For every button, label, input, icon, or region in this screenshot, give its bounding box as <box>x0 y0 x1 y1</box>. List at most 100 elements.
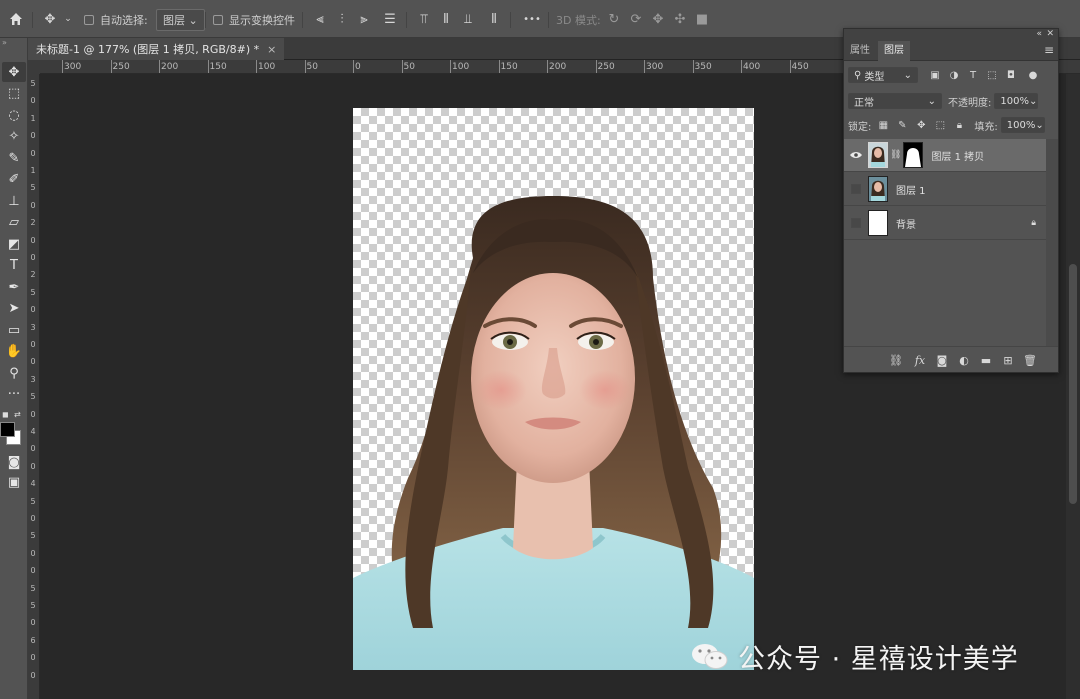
quick-mask-icon[interactable]: ◙ <box>2 452 26 472</box>
home-icon[interactable] <box>8 11 24 27</box>
layer-lock-icon: 🔒︎ <box>1031 218 1036 228</box>
ruler-tick-label: 6 <box>30 635 36 645</box>
swap-colors-icon[interactable]: ⇄ <box>14 410 21 419</box>
layer-row[interactable]: 图层 1 <box>844 173 1046 206</box>
visibility-toggle[interactable] <box>844 184 868 194</box>
auto-select-control[interactable]: 自动选择: <box>84 10 148 30</box>
roll-3d-icon[interactable]: ⟳ <box>628 11 644 27</box>
more-options-button[interactable]: ••• <box>522 11 542 27</box>
eraser-tool[interactable]: ▱ <box>2 213 26 233</box>
lock-position-icon[interactable]: ✥ <box>914 118 928 132</box>
lasso-tool[interactable]: ◌ <box>2 105 26 125</box>
chevron-down-icon[interactable]: ⌄ <box>60 11 76 27</box>
default-colors-icon[interactable]: ◼ <box>2 410 9 419</box>
align-right-icon[interactable]: ⫸ <box>356 11 372 27</box>
new-group-icon[interactable]: ▬ <box>978 352 994 368</box>
kind-filter-dropdown[interactable]: ⚲ 类型 ⌄ <box>848 67 918 83</box>
ruler-tick-label: 0 <box>30 653 36 663</box>
lock-all-icon[interactable]: 🔒︎ <box>952 118 966 132</box>
filter-adjustment-icon[interactable]: ◑ <box>947 68 961 82</box>
filter-shape-icon[interactable]: ⬚ <box>985 68 999 82</box>
marquee-tool[interactable]: ⬚ <box>2 84 26 104</box>
foreground-color-swatch[interactable] <box>0 422 15 437</box>
mask-link-icon[interactable]: ⛓ <box>890 150 901 160</box>
vertical-ruler[interactable]: 5 0 1 0 0 1 5 0 2 0 0 2 5 0 3 0 0 3 5 0 4 0 0 4 5 0 5 0 0 5 5 0 6 0 0 <box>28 74 40 699</box>
align-center-icon[interactable]: ⫶ <box>334 11 350 27</box>
portrait-image <box>353 196 754 670</box>
hand-tool[interactable]: ✋ <box>2 342 26 362</box>
pen-tool[interactable]: ✒ <box>2 277 26 297</box>
blend-mode-dropdown[interactable]: 正常 ⌄ <box>848 93 942 109</box>
stamp-tool[interactable]: ⊥ <box>2 191 26 211</box>
align-top-icon[interactable]: ⫪ <box>416 11 432 27</box>
tab-properties[interactable]: 属性 <box>844 41 876 61</box>
panel-menu-icon[interactable]: ≡ <box>1044 43 1054 57</box>
document-canvas[interactable] <box>353 108 754 670</box>
layers-scrollbar[interactable] <box>1046 139 1058 346</box>
distribute-horizontal-icon[interactable]: ☰ <box>382 11 398 27</box>
zoom-tool[interactable]: ⚲ <box>2 363 26 383</box>
collapse-panel-icon[interactable]: « <box>1036 29 1042 39</box>
blend-row: 正常 ⌄ 不透明度: 100% ⌄ <box>844 93 1058 109</box>
align-left-icon[interactable]: ⫷ <box>312 11 328 27</box>
layer-mask-thumbnail[interactable] <box>903 142 924 168</box>
pen-icon: ✒ <box>8 279 20 295</box>
lock-artboard-icon[interactable]: ⬚ <box>933 118 947 132</box>
fx-icon[interactable]: fx <box>912 352 928 368</box>
move-options-icon[interactable]: ✥ <box>42 11 58 27</box>
scrollbar-thumb[interactable] <box>1069 264 1077 504</box>
eyedropper-icon: ✎ <box>8 150 20 166</box>
filter-smart-object-icon[interactable]: ◘ <box>1004 68 1018 82</box>
more-tools[interactable]: ··· <box>2 385 26 405</box>
visibility-eye-icon[interactable] <box>844 151 868 159</box>
document-tab[interactable]: 未标题-1 @ 177% (图层 1 拷贝, RGB/8#) * × <box>28 38 285 60</box>
filter-toggle-icon[interactable]: ● <box>1026 68 1040 82</box>
align-middle-icon[interactable]: ⫴ <box>438 11 454 27</box>
brush-tool[interactable]: ✐ <box>2 170 26 190</box>
color-swatches[interactable]: ◼ ⇄ <box>0 406 28 446</box>
ruler-tick-label: 5 <box>30 183 36 193</box>
ruler-tick-label: 0 <box>30 305 36 315</box>
bucket-tool[interactable]: ◩ <box>2 234 26 254</box>
pan-3d-icon[interactable]: ✥ <box>650 11 666 27</box>
show-transform-control[interactable]: 显示变换控件 <box>213 10 295 30</box>
magic-wand-tool[interactable]: ✧ <box>2 127 26 147</box>
filter-type-icon[interactable]: T <box>966 68 980 82</box>
link-layers-icon[interactable]: ⛓ <box>888 352 904 368</box>
slide-3d-icon[interactable]: ✣ <box>672 11 688 27</box>
shape-tool[interactable]: ▭ <box>2 320 26 340</box>
ruler-tick-label: 0 <box>30 670 36 680</box>
ruler-tick-label: 50 <box>306 62 318 72</box>
hand-icon: ✋ <box>5 344 23 359</box>
move-tool[interactable]: ✥ <box>2 62 26 82</box>
vertical-scrollbar[interactable] <box>1066 74 1080 699</box>
auto-select-checkbox[interactable] <box>84 15 94 25</box>
close-panel-icon[interactable]: ✕ <box>1046 29 1054 39</box>
lock-image-icon[interactable]: ✎ <box>895 118 909 132</box>
trash-icon[interactable]: 🗑︎ <box>1022 352 1038 368</box>
move-icon: ✥ <box>8 64 20 80</box>
filter-pixel-icon[interactable]: ▣ <box>928 68 942 82</box>
layer-row[interactable]: ⛓ 图层 1 拷贝 <box>844 139 1046 172</box>
eyedropper-tool[interactable]: ✎ <box>2 148 26 168</box>
align-bottom-icon[interactable]: ⫫ <box>460 11 476 27</box>
add-mask-icon[interactable]: ◙ <box>934 352 950 368</box>
fill-input[interactable]: 100% ⌄ <box>1000 117 1045 133</box>
visibility-toggle[interactable] <box>844 218 868 228</box>
screen-mode-icon[interactable]: ▣ <box>2 472 26 492</box>
type-tool[interactable]: T <box>2 256 26 276</box>
camera-3d-icon[interactable]: ■ <box>694 11 710 27</box>
path-select-tool[interactable]: ➤ <box>2 299 26 319</box>
close-tab-icon[interactable]: × <box>267 43 276 56</box>
adjustment-layer-icon[interactable]: ◐ <box>956 352 972 368</box>
opacity-input[interactable]: 100% ⌄ <box>994 93 1039 109</box>
distribute-vertical-icon[interactable]: ⦀ <box>486 11 502 27</box>
expand-toolbar-icon[interactable]: » <box>2 38 7 47</box>
new-layer-icon[interactable]: ⊞ <box>1000 352 1016 368</box>
layer-row[interactable]: 背景 🔒︎ <box>844 207 1046 240</box>
lock-transparent-icon[interactable]: ▦ <box>876 118 890 132</box>
show-transform-checkbox[interactable] <box>213 15 223 25</box>
orbit-3d-icon[interactable]: ↻ <box>606 11 622 27</box>
tab-layers[interactable]: 图层 <box>878 41 910 61</box>
auto-select-target-dropdown[interactable]: 图层 ⌄ <box>156 9 205 31</box>
